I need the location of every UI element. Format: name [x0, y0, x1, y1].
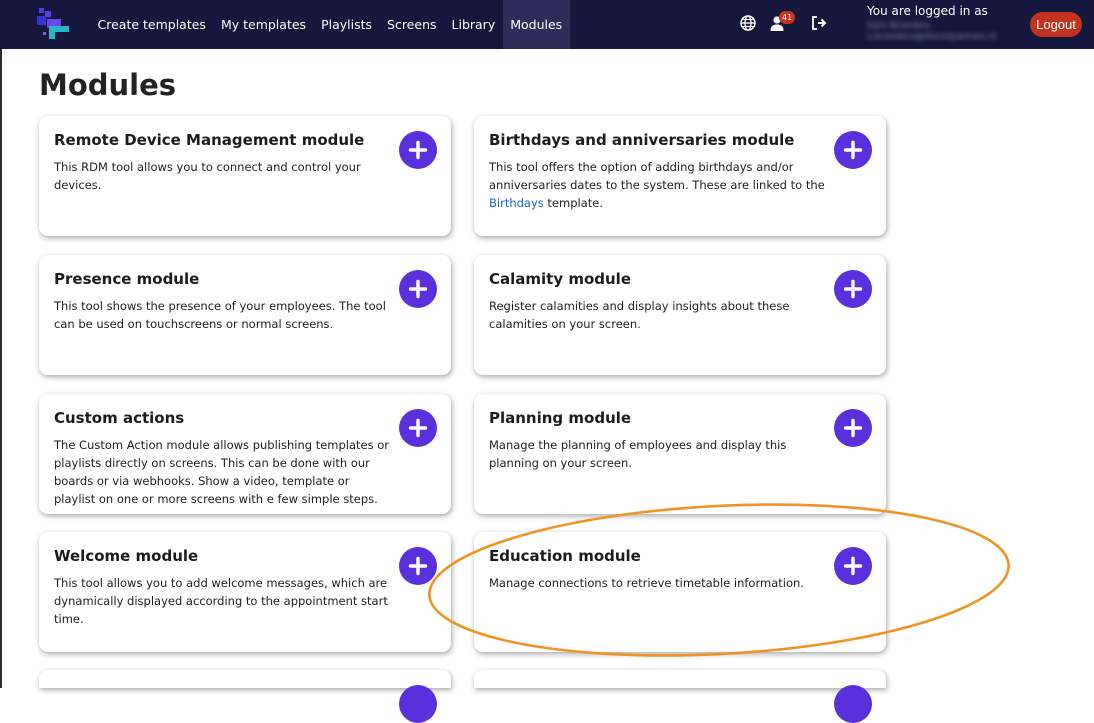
module-title: Education module — [489, 547, 641, 565]
plus-icon — [408, 279, 428, 299]
plus-icon — [408, 140, 428, 160]
birthdays-template-link[interactable]: Birthdays — [489, 196, 544, 210]
module-description: This RDM tool allows you to connect and … — [54, 160, 361, 192]
logout-button[interactable]: Logout — [1030, 12, 1082, 37]
module-title: Presence module — [54, 270, 200, 288]
module-description: Manage the planning of employees and dis… — [489, 438, 787, 470]
sign-out-icon — [812, 16, 827, 30]
module-card-custom-actions: Custom actions The Custom Action module … — [39, 394, 451, 514]
module-card-birthdays: Birthdays and anniversaries module This … — [474, 116, 886, 236]
add-module-button[interactable] — [399, 131, 437, 169]
module-card-remote-device-management: Remote Device Management module This RDM… — [39, 116, 451, 236]
module-title: Calamity module — [489, 270, 632, 288]
add-module-button[interactable] — [834, 270, 872, 308]
description-text: This tool offers the option of adding bi… — [489, 160, 825, 192]
add-module-button[interactable] — [399, 409, 437, 447]
notifications-button[interactable]: 41 — [770, 11, 796, 34]
description-text-end: template. — [543, 196, 603, 210]
logged-in-user: Sam Broeders s.broeders@dienstpannen.nl — [867, 21, 996, 43]
module-description: This tool shows the presence of your emp… — [54, 299, 386, 331]
main-nav: Create templates My templates Playlists … — [90, 0, 570, 49]
user-email: s.broeders@dienstpannen.nl — [867, 32, 997, 42]
module-title: Planning module — [489, 409, 632, 427]
module-card-partial — [474, 670, 886, 723]
globe-icon — [740, 15, 756, 31]
notification-badge: 41 — [779, 11, 796, 24]
nav-library[interactable]: Library — [444, 0, 503, 49]
module-title: Welcome module — [54, 547, 199, 565]
plus-icon — [408, 418, 428, 438]
nav-playlists[interactable]: Playlists — [314, 0, 380, 49]
module-title: Birthdays and anniversaries module — [489, 131, 795, 149]
add-module-button[interactable] — [834, 685, 872, 723]
logged-in-label: You are logged in as — [867, 4, 988, 18]
add-module-button[interactable] — [399, 270, 437, 308]
plus-icon — [843, 418, 863, 438]
module-card-welcome: Welcome module This tool allows you to a… — [39, 532, 451, 652]
page-title: Modules — [39, 68, 177, 102]
module-card-calamity: Calamity module Register calamities and … — [474, 255, 886, 375]
module-description: This tool offers the option of adding bi… — [489, 158, 829, 212]
module-title: Remote Device Management module — [54, 131, 365, 149]
plus-icon — [843, 140, 863, 160]
module-card-presence: Presence module This tool shows the pres… — [39, 255, 451, 375]
plus-icon — [843, 556, 863, 576]
plus-icon — [843, 279, 863, 299]
add-module-button[interactable] — [834, 409, 872, 447]
module-description: The Custom Action module allows publishi… — [54, 438, 390, 506]
module-card-partial — [39, 670, 451, 723]
add-module-button[interactable] — [399, 547, 437, 585]
module-card-education: Education module Manage connections to r… — [474, 532, 886, 652]
add-module-button[interactable] — [834, 131, 872, 169]
exit-button[interactable] — [811, 14, 831, 34]
add-module-button[interactable] — [834, 547, 872, 585]
top-navigation-bar: Create templates My templates Playlists … — [0, 0, 1094, 49]
nav-screens[interactable]: Screens — [380, 0, 445, 49]
app-logo-icon[interactable] — [34, 7, 70, 41]
module-card-planning: Planning module Manage the planning of e… — [474, 394, 886, 514]
nav-create-templates[interactable]: Create templates — [90, 0, 213, 49]
user-name: Sam Broeders — [867, 21, 931, 31]
module-description: Register calamities and display insights… — [489, 299, 790, 331]
plus-icon — [408, 556, 428, 576]
page-left-border — [0, 49, 2, 688]
module-description: This tool allows you to add welcome mess… — [54, 576, 388, 626]
nav-my-templates[interactable]: My templates — [213, 0, 313, 49]
nav-modules[interactable]: Modules — [502, 0, 570, 49]
add-module-button[interactable] — [399, 685, 437, 723]
module-description: Manage connections to retrieve timetable… — [489, 576, 804, 590]
module-title: Custom actions — [54, 409, 185, 427]
language-button[interactable] — [739, 14, 759, 34]
